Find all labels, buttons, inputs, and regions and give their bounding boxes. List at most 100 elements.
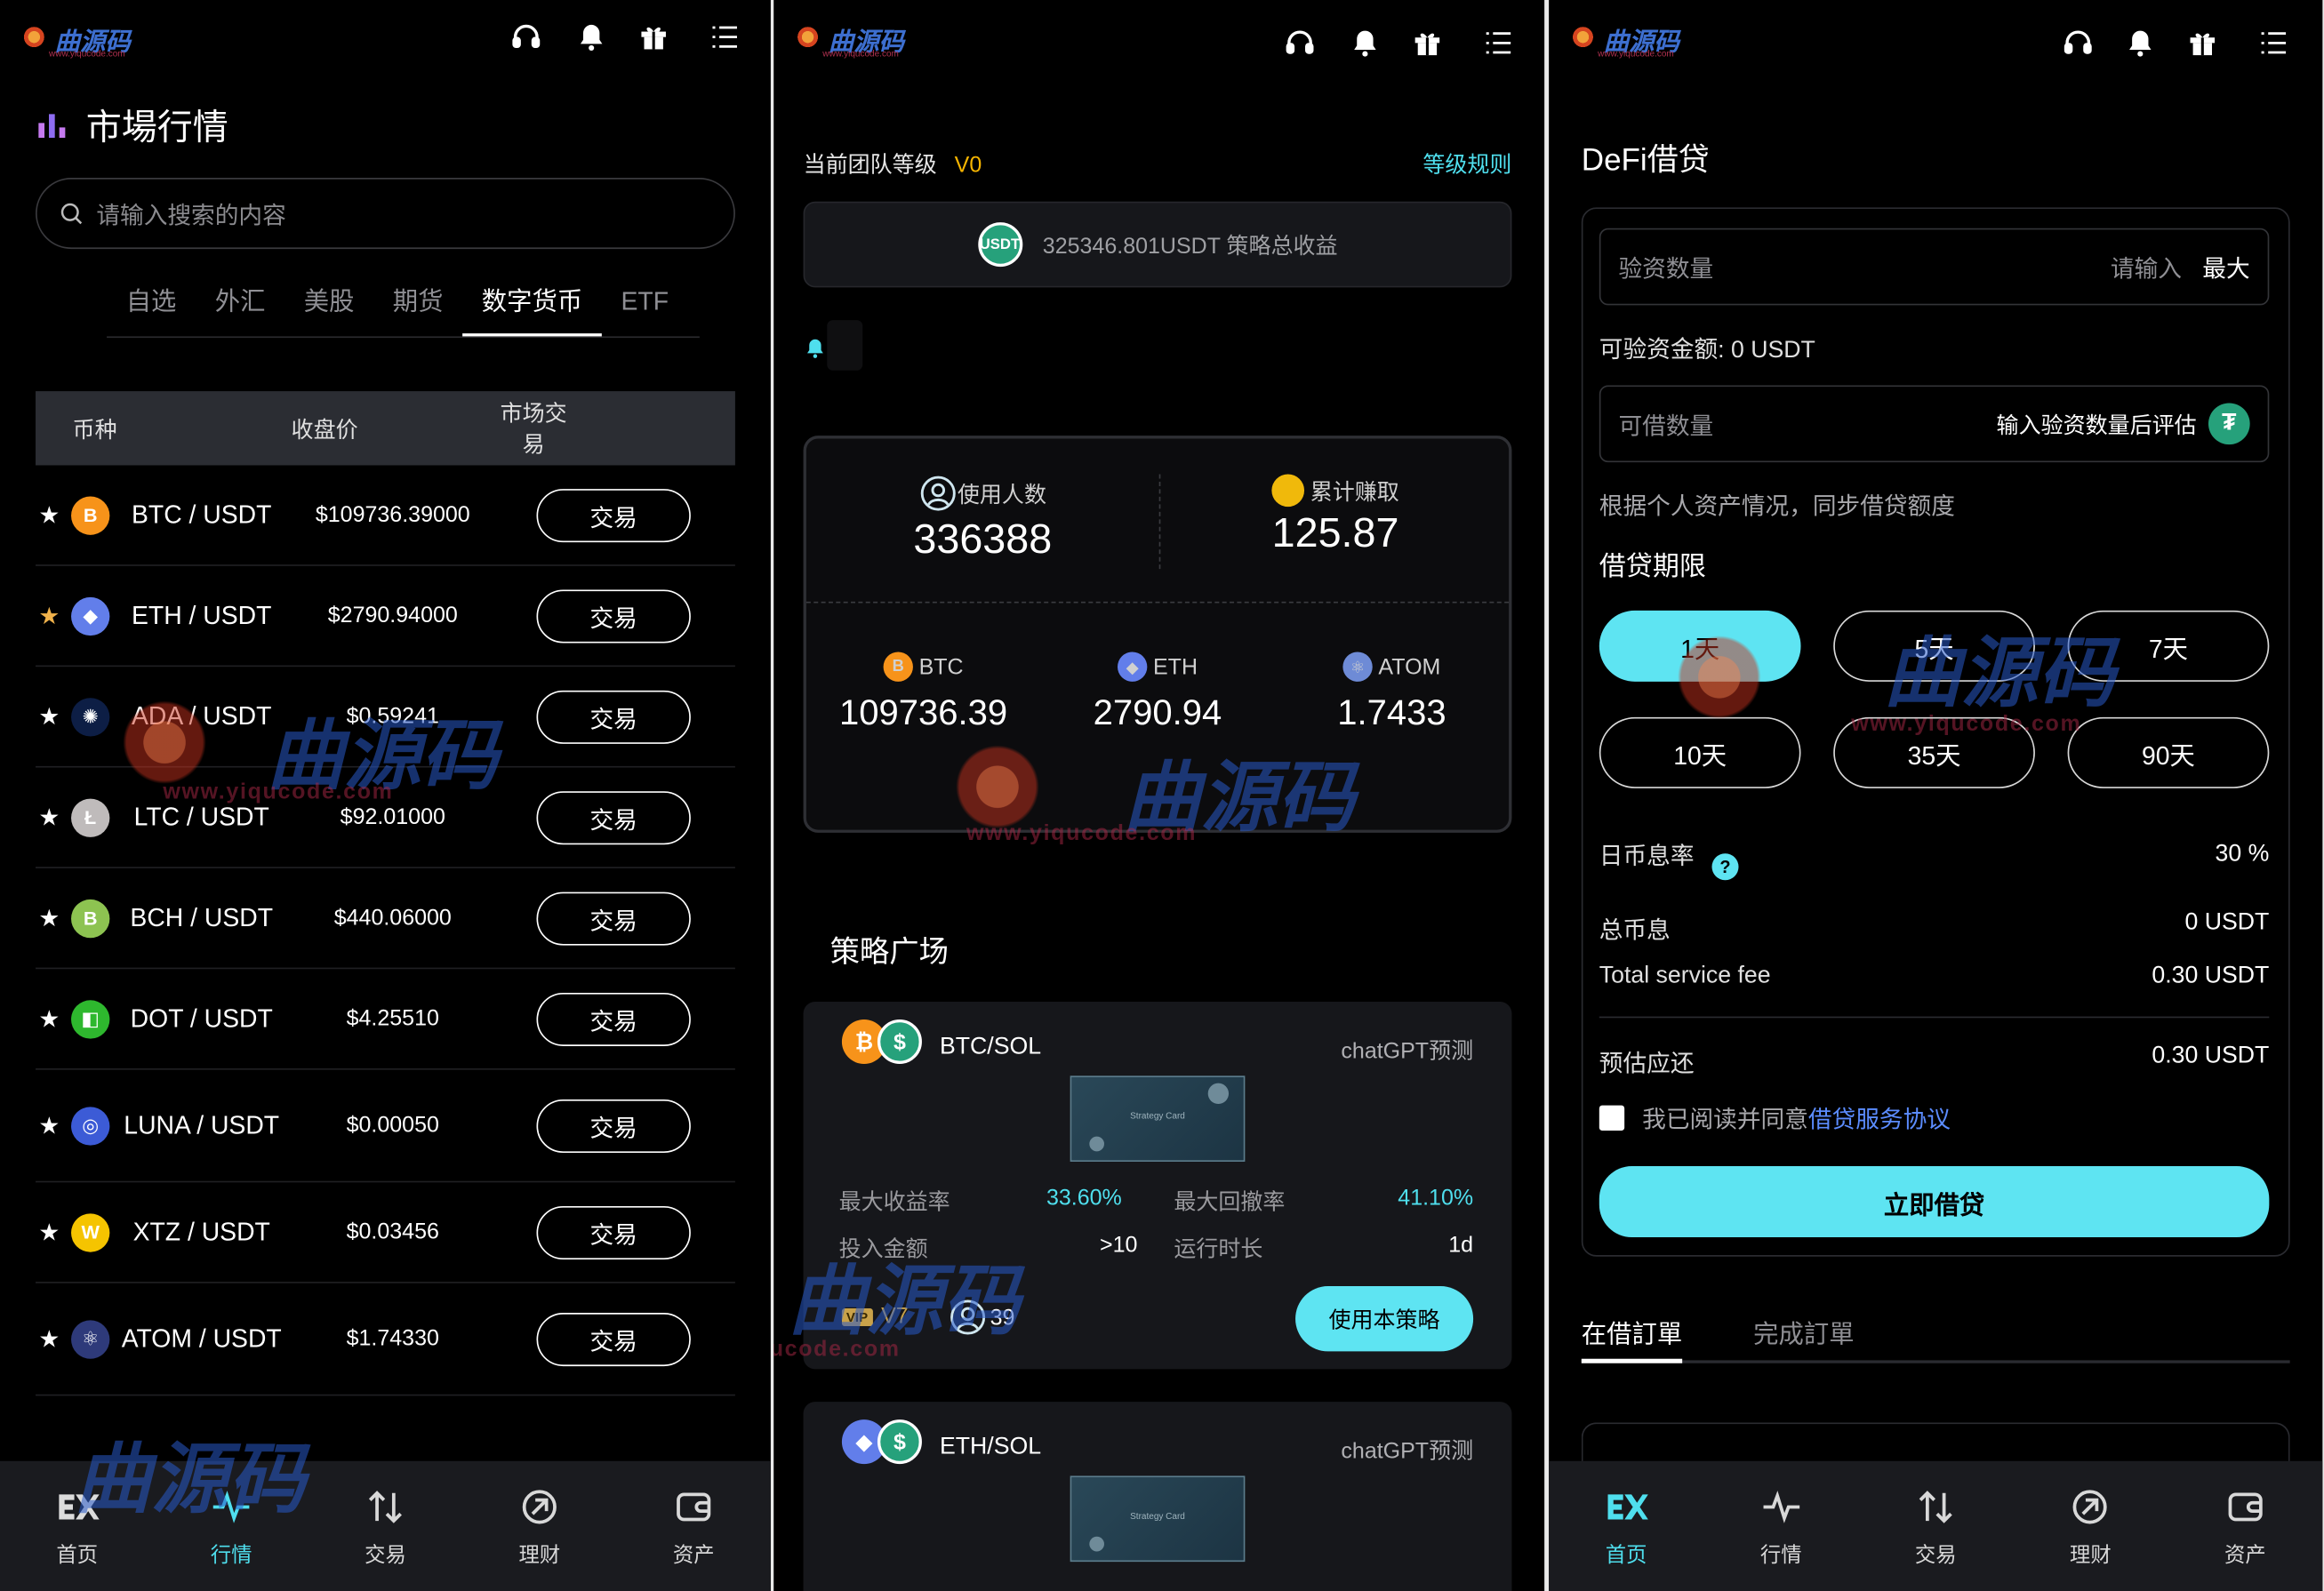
period-option[interactable]: 1天 [1599,610,1801,682]
tab-ex[interactable]: 首页 [1549,1461,1703,1591]
favorite-star-icon[interactable]: ★ [38,1218,71,1247]
use-strategy-button[interactable]: 使用本策略 [1295,1286,1474,1352]
headset-icon[interactable] [1280,24,1318,62]
team-level-label: 当前团队等级 [803,152,937,179]
favorite-star-icon[interactable]: ★ [38,1003,71,1033]
tab-wallet[interactable]: 资产 [2168,1461,2322,1591]
coin-icon [1271,474,1305,508]
trade-button[interactable]: 交易 [536,588,691,643]
borrow-hint: 输入验资数量后评估 [1996,412,2197,438]
verify-placeholder: 请输入 [2110,258,2182,284]
max-return-label: 最大收益率 [838,1189,950,1216]
category-tab[interactable]: 自选 [107,276,196,336]
tab-pulse[interactable]: 行情 [154,1461,308,1591]
search-placeholder: 请输入搜索的内容 [96,204,286,230]
max-button[interactable]: 最大 [2202,249,2249,284]
table-row: ★ W XTZ / USDT $0.03456 交易 [36,1182,735,1283]
order-tabs: 在借訂單 完成訂單 [1581,1301,2290,1363]
trade-button[interactable]: 交易 [536,1205,691,1259]
strategy-users: 39 [949,1298,1014,1336]
tab-pulse[interactable]: 行情 [1703,1461,1858,1591]
category-tab[interactable]: 外汇 [196,276,284,336]
close-price: $0.03456 [346,1219,439,1245]
submit-loan-button[interactable]: 立即借贷 [1599,1166,2270,1238]
gift-icon[interactable] [1408,24,1446,62]
coin-price-value: 2790.94 [1093,693,1222,734]
period-option[interactable]: 35天 [1833,716,2035,788]
gift-icon[interactable] [635,18,673,56]
period-option[interactable]: 7天 [2067,610,2270,682]
fee-label: Total service fee [1599,963,1771,988]
category-tab[interactable]: ETF [602,276,688,336]
trade-button[interactable]: 交易 [536,992,691,1046]
close-price: $440.06000 [333,905,452,931]
column-header: 币种 [72,417,117,443]
agree-checkbox[interactable] [1599,1104,1625,1131]
strategy-card[interactable]: ₿ $ BTC/SOL chatGPT预测 Strategy Card 最大收益… [803,1001,1512,1370]
strategy-card[interactable]: ◆ $ ETH/SOL chatGPT预测 Strategy Card [803,1402,1512,1591]
bell-icon[interactable] [2121,24,2160,62]
trade-button[interactable]: 交易 [536,891,691,945]
chart-icon [38,113,66,138]
coin-icon: ◧ [71,999,110,1038]
agreement-link[interactable]: 借贷服务协议 [1808,1099,1951,1135]
favorite-star-icon[interactable]: ★ [38,500,71,530]
wallet-icon [671,1484,716,1539]
borrow-amount-field[interactable]: 可借数量 输入验资数量后评估 ₮ [1599,385,2270,463]
tab-label: 行情 [1759,1541,1802,1566]
category-tab[interactable]: 数字货币 [462,276,602,337]
pair-name: DOT / USDT [130,1003,273,1033]
max-drawdown-label: 最大回撤率 [1174,1189,1286,1216]
tab-fin[interactable]: 理财 [2013,1461,2168,1591]
rate-label: 日币息率 [1599,844,1695,870]
bell-icon[interactable] [573,18,611,56]
tab-ex[interactable]: 首页 [0,1461,154,1591]
favorite-star-icon[interactable]: ★ [38,903,71,932]
tab-completed-orders[interactable]: 完成訂單 [1753,1301,1854,1361]
headset-icon[interactable] [507,18,545,56]
gift-icon[interactable] [2184,24,2222,62]
help-icon[interactable]: ? [1711,853,1739,881]
tab-wallet[interactable]: 资产 [617,1461,771,1591]
pair-name: ETH / USDT [131,601,272,629]
period-option[interactable]: 90天 [2067,716,2270,788]
tab-fin[interactable]: 理财 [462,1461,616,1591]
table-row: ★ ⚛ ATOM / USDT $1.74330 交易 [36,1283,735,1396]
favorite-star-icon[interactable]: ★ [38,701,71,731]
favorite-star-icon[interactable]: ★ [38,1324,71,1354]
tab-swap[interactable]: 交易 [1858,1461,2013,1591]
trade-button[interactable]: 交易 [536,690,691,744]
period-option[interactable]: 5天 [1833,610,2035,682]
favorite-star-icon[interactable]: ★ [38,1110,71,1139]
menu-icon[interactable] [706,18,744,56]
notice-bell-icon[interactable] [804,335,828,369]
tab-active-orders[interactable]: 在借訂單 [1581,1301,1683,1363]
category-tab[interactable]: 期货 [373,276,462,336]
headset-icon[interactable] [2059,24,2097,62]
close-price: $109736.39000 [315,502,470,528]
coin-icon: Ł [71,797,110,837]
trade-button[interactable]: 交易 [536,1099,691,1153]
table-row: ★ B BTC / USDT $109736.39000 交易 [36,465,735,566]
category-tab[interactable]: 美股 [284,276,373,336]
tab-label: 首页 [56,1541,99,1566]
tab-swap[interactable]: 交易 [309,1461,462,1591]
agreement-row: 我已阅读并同意 借贷服务协议 [1599,1099,1951,1135]
trade-button[interactable]: 交易 [536,488,691,542]
pair-icons: ₿ $ [841,1019,922,1064]
level-rules-link[interactable]: 等级规则 [1422,148,1511,180]
coin-icon: ⚛ [71,1319,110,1358]
verify-amount-input[interactable]: 验资数量 请输入 最大 [1599,228,2270,306]
bell-icon[interactable] [1346,24,1384,62]
favorite-star-icon[interactable]: ★ [38,803,71,832]
menu-icon[interactable] [1479,24,1518,62]
favorite-star-icon[interactable]: ★ [38,601,71,630]
user-icon [920,476,956,511]
search-input[interactable]: 请输入搜索的内容 [36,178,735,250]
trade-button[interactable]: 交易 [536,790,691,844]
menu-icon[interactable] [2255,24,2293,62]
column-header: 市场交易 [500,401,567,459]
period-option[interactable]: 10天 [1599,716,1801,788]
plaza-title: 策略广场 [829,936,949,970]
trade-button[interactable]: 交易 [536,1312,691,1366]
